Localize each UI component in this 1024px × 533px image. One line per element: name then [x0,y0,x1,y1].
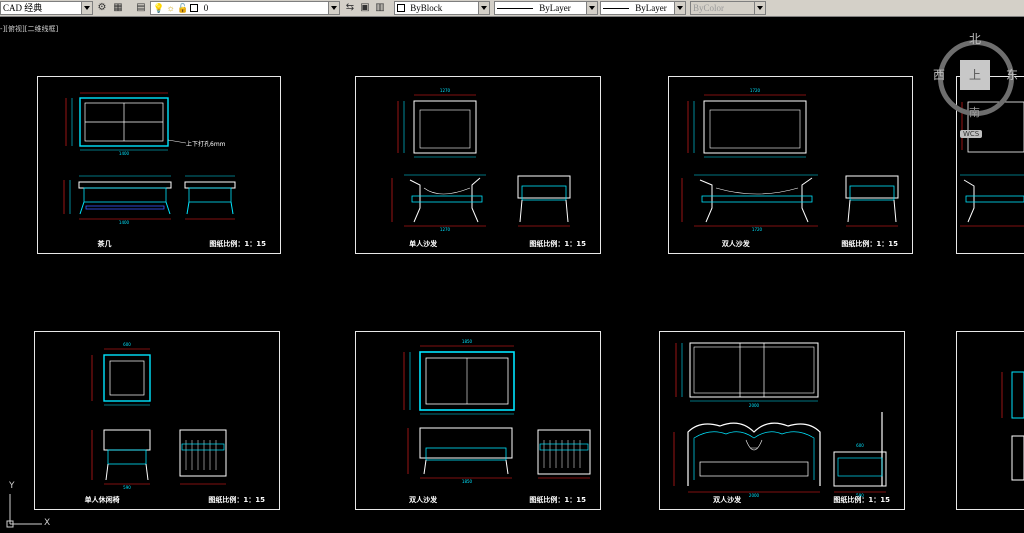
compass-south[interactable]: 南 [969,104,980,120]
frame-single-chair: 单人休闲椅 图纸比例：1：15 [34,331,280,510]
compass-west[interactable]: 西 [933,66,945,83]
frame-double-bed: 双人沙发 图纸比例：1：15 [659,331,905,510]
frame-single-sofa: 单人沙发 图纸比例：1：15 [355,76,601,254]
frame-scale: 图纸比例：1：15 [209,240,266,248]
frame-scale: 图纸比例：1：15 [841,240,898,248]
frame-double-sofa-2: 双人沙发 图纸比例：1：15 [355,331,601,510]
frame-partial-bottom-right [956,331,1024,510]
frame-title: 茶几 [97,240,112,248]
frame-double-sofa: 双人沙发 图纸比例：1：15 [668,76,913,254]
viewcube[interactable]: 上 北 西 东 南 WCS [930,28,1024,148]
frame-scale: 图纸比例：1：15 [529,496,586,504]
frame-title: 单人沙发 [409,240,438,248]
frame-scale: 图纸比例：1：15 [529,240,586,248]
ucs-icon: Y X [2,480,62,533]
ucs-x-label: X [44,518,51,528]
wcs-menu[interactable]: WCS [960,130,983,138]
frame-scale: 图纸比例：1：15 [208,496,265,504]
compass-east[interactable]: 东 [1006,66,1018,83]
frame-scale: 图纸比例：1：15 [833,496,890,504]
frame-title: 双人沙发 [713,496,742,504]
compass-north[interactable]: 北 [969,30,981,47]
ucs-y-label: Y [9,481,15,491]
cad-application: CAD 经典 ⚙ ▦ ▤ 💡 ☼ 🔓 0 ⇆ ▣ ▥ ByBlock ByLay… [0,0,1024,533]
frame-coffee-table: 茶几 图纸比例：1：15 [37,76,281,254]
frame-title: 双人沙发 [409,496,438,504]
frame-title: 双人沙发 [721,240,750,248]
viewcube-top-face[interactable]: 上 [960,60,990,90]
